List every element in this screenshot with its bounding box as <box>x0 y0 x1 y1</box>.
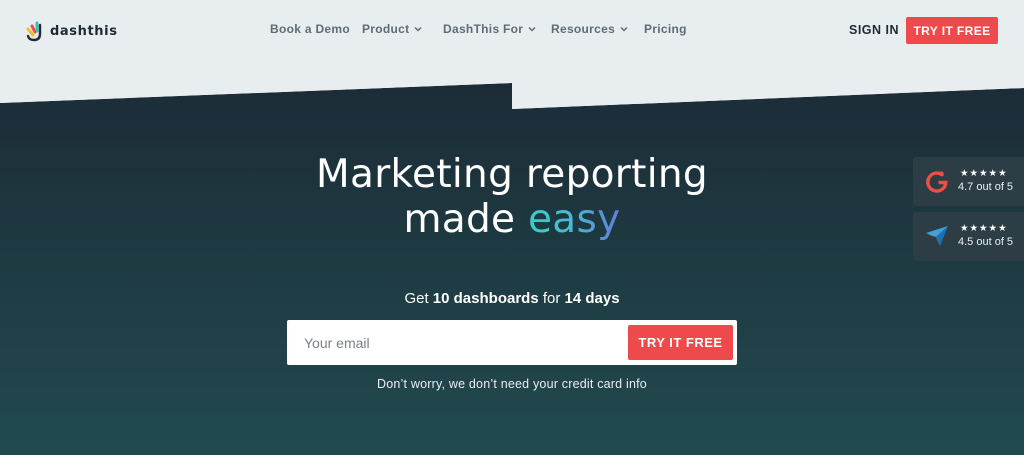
try-it-free-form-button[interactable]: TRY IT FREE <box>628 325 733 360</box>
nav-pricing-label: Pricing <box>644 22 687 36</box>
svg-text:2: 2 <box>940 170 945 178</box>
sign-in-link[interactable]: SIGN IN <box>849 23 899 37</box>
offer-days: 14 days <box>564 290 620 307</box>
header-background <box>0 0 1024 109</box>
rating-stars: ★★★★★ <box>960 223 1008 234</box>
g2-icon: 2 <box>926 170 948 193</box>
nav-resources[interactable]: Resources <box>551 22 628 36</box>
hero-headline: Marketing reporting made easy <box>0 152 1024 242</box>
email-input[interactable] <box>287 320 625 365</box>
nav-book-a-demo[interactable]: Book a Demo <box>270 22 350 36</box>
headline-easy: easy <box>528 197 621 242</box>
headline-line-2: made easy <box>0 197 1024 242</box>
capterra-icon <box>926 226 948 246</box>
headline-made: made <box>403 197 529 242</box>
rating-score: 4.5 out of 5 <box>958 236 1014 248</box>
signup-form: TRY IT FREE <box>287 320 737 365</box>
dashthis-logo-icon <box>26 21 42 42</box>
nav-pricing[interactable]: Pricing <box>644 22 687 36</box>
disclaimer-text: Don’t worry, we don’t need your credit c… <box>377 377 647 391</box>
nav-product-label: Product <box>362 22 410 36</box>
chevron-down-icon <box>620 25 628 33</box>
nav-dashthis-for[interactable]: DashThis For <box>443 22 536 36</box>
try-it-free-header-button[interactable]: TRY IT FREE <box>906 17 998 44</box>
nav-dashthis-for-label: DashThis For <box>443 22 524 36</box>
offer-text: Get 10 dashboards for 14 days <box>0 290 1024 307</box>
rating-stars: ★★★★★ <box>960 168 1008 179</box>
nav-book-a-demo-label: Book a Demo <box>270 22 350 36</box>
nav-product[interactable]: Product <box>362 22 422 36</box>
headline-line-1: Marketing reporting <box>316 152 708 197</box>
offer-for: for <box>538 290 565 307</box>
logo-text: dashthis <box>50 23 118 39</box>
offer-dashboards: 10 dashboards <box>432 290 539 307</box>
rating-badge-g2[interactable]: 2 ★★★★★ 4.7 out of 5 <box>913 157 1024 206</box>
nav-resources-label: Resources <box>551 22 616 36</box>
rating-score: 4.7 out of 5 <box>958 181 1014 193</box>
offer-get: Get <box>404 290 433 307</box>
site-header: dashthis Book a Demo Product DashThis Fo… <box>0 0 1024 109</box>
chevron-down-icon <box>528 25 536 33</box>
chevron-down-icon <box>414 25 422 33</box>
logo[interactable]: dashthis <box>25 19 118 43</box>
rating-badge-capterra[interactable]: ★★★★★ 4.5 out of 5 <box>913 212 1024 261</box>
